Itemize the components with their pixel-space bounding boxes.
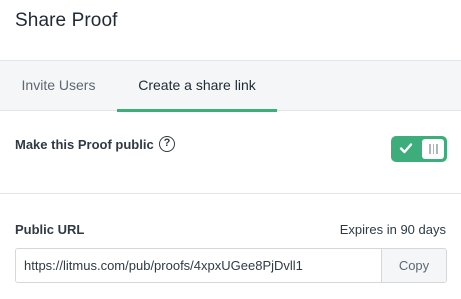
dialog-title: Share Proof [15,10,118,31]
tab-invite-users[interactable]: Invite Users [0,61,117,111]
url-input-group: Copy [15,248,447,283]
tab-create-share-link[interactable]: Create a share link [117,61,277,112]
public-url-label: Public URL [15,222,85,237]
make-public-label: Make this Proof public [15,137,154,152]
expiry-text: Expires in 90 days [339,222,446,237]
toggle-knob [422,139,444,159]
tab-bar: Invite Users Create a share link [0,61,461,112]
public-setting-row: Make this Proof public ? [0,112,461,194]
grip-line [432,144,434,154]
dialog-header: Share Proof [0,0,461,61]
grip-line [436,144,438,154]
public-url-field[interactable] [16,249,381,282]
tab-create-share-link-label: Create a share link [138,77,256,93]
make-public-toggle[interactable] [391,136,447,162]
check-icon [399,143,413,154]
grip-line [429,144,431,154]
question-circle-icon[interactable]: ? [159,136,175,152]
copy-button[interactable]: Copy [381,249,446,282]
